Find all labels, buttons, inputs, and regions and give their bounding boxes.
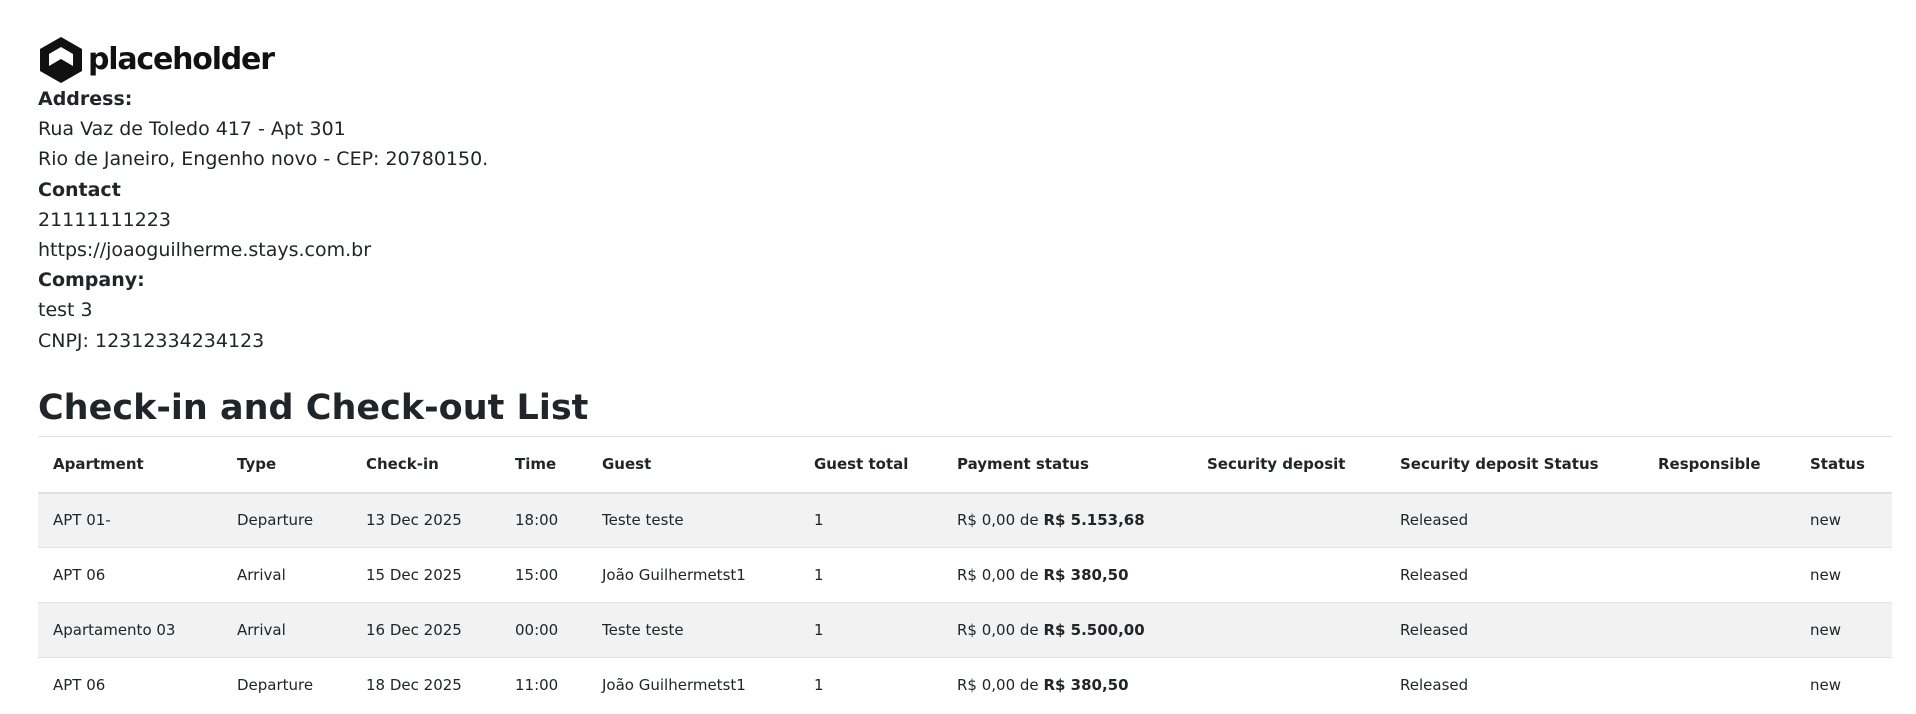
cell-time: 11:00 (515, 676, 559, 695)
page-title: Check-in and Check-out List (38, 388, 589, 428)
cell-guest: João Guilhermetst1 (602, 676, 746, 695)
header-type: Type (237, 455, 277, 474)
cell-status: new (1810, 511, 1842, 530)
header-security-deposit-status: Security deposit Status (1400, 455, 1599, 474)
header-apartment: Apartment (53, 455, 144, 474)
property-info: Address: Rua Vaz de Toledo 417 - Apt 301… (38, 84, 488, 356)
cell-responsible (1643, 548, 1795, 603)
cell-security-deposit-status: Released (1400, 511, 1469, 530)
cell-responsible (1643, 493, 1795, 548)
cell-guest: João Guilhermetst1 (602, 566, 746, 584)
cell-payment-status: R$ 0,00 de R$ 380,50 (942, 548, 1192, 603)
table-row: APT 06 Departure 18 Dec 2025 11:00 João … (38, 657, 1892, 713)
cell-apartment: Apartamento 03 (53, 621, 176, 639)
cell-guest: Teste teste (602, 511, 684, 530)
header-status: Status (1810, 455, 1865, 474)
cell-time: 18:00 (515, 511, 559, 530)
payment-paid: R$ 0,00 de (957, 621, 1039, 639)
cell-guest-total: 1 (814, 511, 824, 530)
payment-total: R$ 380,50 (1043, 566, 1129, 584)
payment-total: R$ 5.500,00 (1043, 621, 1145, 639)
cell-security-deposit (1192, 658, 1385, 713)
header-checkin: Check-in (366, 455, 439, 474)
checkin-checkout-table: Apartment Type Check-in Time Guest Guest… (38, 436, 1892, 713)
hexagon-logo-icon (40, 37, 82, 83)
cell-payment-status: R$ 0,00 de R$ 380,50 (942, 658, 1192, 713)
contact-phone: 21111111223 (38, 208, 171, 231)
contact-website: https://joaoguilherme.stays.com.br (38, 239, 372, 262)
header-guest-total: Guest total (814, 455, 909, 474)
company-cnpj: CNPJ: 12312334234123 (38, 329, 265, 352)
header-responsible: Responsible (1658, 455, 1761, 474)
cell-status: new (1810, 566, 1842, 584)
cell-security-deposit (1192, 493, 1385, 548)
cell-status: new (1810, 621, 1842, 639)
address-line-1: Rua Vaz de Toledo 417 - Apt 301 (38, 118, 346, 141)
header-time: Time (515, 455, 557, 474)
cell-apartment: APT 06 (53, 676, 106, 695)
cell-type: Departure (237, 511, 314, 530)
cell-security-deposit-status: Released (1400, 676, 1469, 695)
cell-type: Arrival (237, 621, 286, 639)
cell-checkin: 16 Dec 2025 (366, 621, 462, 639)
table-row: Apartamento 03 Arrival 16 Dec 2025 00:00… (38, 602, 1892, 658)
company-name: test 3 (38, 299, 93, 322)
cell-checkin: 15 Dec 2025 (366, 566, 462, 584)
checkin-checkout-table-wrapper: Apartment Type Check-in Time Guest Guest… (38, 436, 1892, 713)
company-label: Company: (38, 269, 145, 292)
cell-guest: Teste teste (602, 621, 684, 639)
cell-status: new (1810, 676, 1842, 695)
cell-checkin: 13 Dec 2025 (366, 511, 462, 530)
header-payment-status: Payment status (957, 455, 1089, 474)
payment-total: R$ 5.153,68 (1043, 511, 1145, 530)
header-security-deposit: Security deposit (1207, 455, 1346, 474)
cell-guest-total: 1 (814, 566, 824, 584)
payment-paid: R$ 0,00 de (957, 566, 1039, 584)
cell-time: 15:00 (515, 566, 559, 584)
table-header-row: Apartment Type Check-in Time Guest Guest… (38, 436, 1892, 493)
cell-security-deposit-status: Released (1400, 621, 1469, 639)
logo-text: placeholder (88, 42, 275, 77)
company-logo: placeholder (38, 36, 275, 84)
table-header: Apartment Type Check-in Time Guest Guest… (38, 436, 1892, 493)
cell-responsible (1643, 603, 1795, 658)
cell-type: Departure (237, 676, 314, 695)
cell-security-deposit-status: Released (1400, 566, 1469, 584)
table-row: APT 01- Departure 13 Dec 2025 18:00 Test… (38, 492, 1892, 548)
address-line-2: Rio de Janeiro, Engenho novo - CEP: 2078… (38, 148, 489, 171)
address-label: Address: (38, 88, 133, 110)
payment-paid: R$ 0,00 de (957, 676, 1039, 695)
cell-apartment: APT 01- (53, 511, 111, 530)
report-page: placeholder Address: Rua Vaz de Toledo 4… (0, 0, 1916, 714)
contact-label: Contact (38, 178, 121, 201)
table-row: APT 06 Arrival 15 Dec 2025 15:00 João Gu… (38, 547, 1892, 603)
payment-total: R$ 380,50 (1043, 676, 1129, 695)
table-body: APT 01- Departure 13 Dec 2025 18:00 Test… (38, 492, 1892, 713)
payment-paid: R$ 0,00 de (957, 511, 1039, 530)
cell-type: Arrival (237, 566, 286, 584)
cell-payment-status: R$ 0,00 de R$ 5.500,00 (942, 603, 1192, 658)
header-guest: Guest (602, 455, 652, 474)
cell-apartment: APT 06 (53, 566, 106, 584)
cell-responsible (1643, 658, 1795, 713)
cell-security-deposit (1192, 548, 1385, 603)
cell-payment-status: R$ 0,00 de R$ 5.153,68 (942, 493, 1192, 548)
cell-time: 00:00 (515, 621, 559, 639)
cell-security-deposit (1192, 603, 1385, 658)
cell-guest-total: 1 (814, 621, 824, 639)
cell-checkin: 18 Dec 2025 (366, 676, 462, 695)
cell-guest-total: 1 (814, 676, 824, 695)
